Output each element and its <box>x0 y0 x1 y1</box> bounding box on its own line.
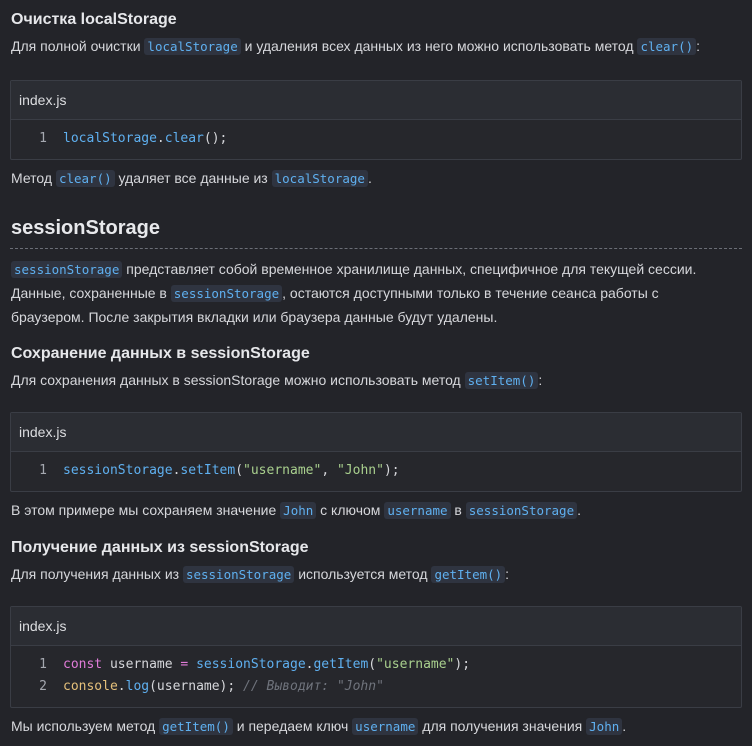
text: с ключом <box>316 502 385 518</box>
code-line: 1 const username = sessionStorage.getItem… <box>11 654 741 676</box>
code-line: 1 sessionStorage.setItem("username", "Joh… <box>11 460 741 482</box>
line-number: 1 <box>39 463 47 478</box>
text: Для полной очистки <box>11 38 145 54</box>
inline-code: clear() <box>637 38 697 55</box>
text: и удаления всех данных из него можно исп… <box>240 38 638 54</box>
code-block-body: 1 localStorage.clear(); <box>11 120 741 150</box>
heading-get-data: Получение данных из sessionStorage <box>11 539 309 556</box>
text: Данные, сохраненные в <box>11 285 171 301</box>
text: для получения значения <box>418 718 587 734</box>
text: используется метод <box>294 566 432 582</box>
code-block-body: 1 const username = sessionStorage.getItem… <box>11 646 741 698</box>
inline-code: localStorage <box>271 170 368 187</box>
paragraph-get-intro: Для получения данных из sessionStorage и… <box>11 562 509 587</box>
code-line: 1 localStorage.clear(); <box>11 128 741 150</box>
line-number: 1 <box>39 657 47 672</box>
heading-sessionstorage: sessionStorage <box>11 217 160 239</box>
text: , остаются доступными только в течение с… <box>282 285 659 301</box>
text: : <box>538 372 543 388</box>
code-token: localStorage <box>63 131 157 146</box>
paragraph-session-3: браузером. После закрытия вкладки или бр… <box>11 309 498 325</box>
code-line: 2 console.log(username); // Выводит: "Joh… <box>11 676 741 698</box>
code-block-filename: index.js <box>11 413 741 452</box>
code-token: setItem <box>180 463 236 478</box>
text: Мы используем метод <box>11 718 160 734</box>
text: . <box>577 502 581 518</box>
code-comment: // Выводит: "John" <box>243 679 384 694</box>
code-block-body: 1 sessionStorage.setItem("username", "Joh… <box>11 452 741 482</box>
inline-code: getItem() <box>159 718 233 735</box>
paragraph-session-1: sessionStorage представляет собой времен… <box>11 257 696 282</box>
code-block-filename: index.js <box>11 81 741 120</box>
code-token: . <box>156 131 165 146</box>
article: Очистка localStorage Для полной очистки … <box>0 0 752 746</box>
code-token: sessionStorage <box>63 463 173 478</box>
inline-code: sessionStorage <box>465 502 578 519</box>
paragraph-save-intro: Для сохранения данных в sessionStorage м… <box>11 368 542 393</box>
heading-divider <box>10 248 742 249</box>
text: представляет собой временное хранилище д… <box>122 261 697 277</box>
code-token: ); <box>383 463 400 478</box>
code-token: "John" <box>336 463 384 478</box>
text: . <box>367 170 372 186</box>
inline-code: sessionStorage <box>182 566 295 583</box>
code-token: , <box>321 463 337 478</box>
inline-code: clear() <box>55 170 115 187</box>
code-token: username <box>102 657 181 672</box>
code-token: . <box>117 679 126 694</box>
paragraph-clear-explain: Метод clear() удаляет все данные из loca… <box>11 166 372 191</box>
inline-code: username <box>384 502 451 519</box>
text: Для получения данных из <box>11 566 183 582</box>
code-token: ( <box>235 463 244 478</box>
code-token: "username" <box>243 463 322 478</box>
inline-code: localStorage <box>144 38 241 55</box>
code-token: (); <box>203 131 228 146</box>
paragraph-get-explain: Мы используем метод getItem() и передаем… <box>11 714 626 739</box>
inline-code: sessionStorage <box>11 261 123 278</box>
text: удаляет все данные из <box>114 170 272 186</box>
code-token: "username" <box>376 657 455 672</box>
text: и передаем ключ <box>232 718 353 734</box>
paragraph-save-explain: В этом примере мы сохраняем значение Joh… <box>11 498 581 523</box>
text: В этом примере мы сохраняем значение <box>11 502 281 518</box>
text: Метод <box>11 170 56 186</box>
inline-code: getItem() <box>431 566 506 583</box>
inline-code: username <box>352 718 419 735</box>
code-block-clear: index.js 1 localStorage.clear(); <box>10 80 742 160</box>
inline-code: setItem() <box>464 372 539 389</box>
code-token: console <box>63 679 118 694</box>
inline-code: John <box>280 502 317 519</box>
inline-code: John <box>586 718 623 735</box>
code-token: log <box>125 679 150 694</box>
code-token: (username); <box>149 679 244 694</box>
heading-save-data: Сохранение данных в sessionStorage <box>11 345 310 362</box>
paragraph-session-2: Данные, сохраненные в sessionStorage, ос… <box>11 281 659 306</box>
line-number: 2 <box>39 679 47 694</box>
code-block-getitem: index.js 1 const username = sessionStorag… <box>10 606 742 708</box>
text: . <box>622 718 627 734</box>
code-block-setitem: index.js 1 sessionStorage.setItem("userna… <box>10 412 742 492</box>
text: : <box>696 38 701 54</box>
code-token: sessionStorage <box>196 657 306 672</box>
code-block-filename: index.js <box>11 607 741 646</box>
inline-code: sessionStorage <box>170 285 283 302</box>
text: : <box>505 566 510 582</box>
code-token: clear <box>164 131 204 146</box>
heading-clear-localstorage: Очистка localStorage <box>11 11 177 28</box>
paragraph-clear-intro: Для полной очистки localStorage и удален… <box>11 34 700 59</box>
code-token: ( <box>368 657 377 672</box>
code-token: getItem <box>313 657 369 672</box>
text: в <box>450 502 466 518</box>
line-number: 1 <box>39 131 47 146</box>
text: Для сохранения данных в sessionStorage м… <box>11 372 465 388</box>
code-token: const <box>63 657 103 672</box>
code-token: ); <box>454 657 471 672</box>
